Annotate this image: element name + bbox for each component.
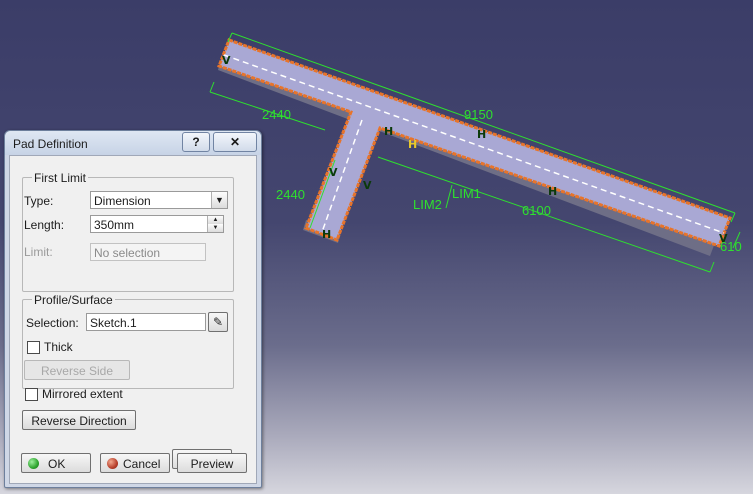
thick-checkbox[interactable] (27, 341, 40, 354)
limit-label-lim1: LIM1 (452, 186, 481, 201)
limit-label: Limit: (24, 245, 53, 259)
cancel-button[interactable]: Cancel (100, 453, 170, 473)
dimension-overall-length[interactable]: 9150 (464, 107, 493, 122)
mirrored-extent-checkbox[interactable] (25, 388, 38, 401)
horizontal-constraint-symbol: H (548, 185, 557, 198)
chevron-down-icon[interactable]: ▼ (211, 192, 227, 208)
limit-field[interactable]: No selection (90, 243, 206, 261)
length-spinner[interactable]: ▲ ▼ (207, 216, 223, 232)
vertical-constraint-symbol: V (719, 232, 728, 245)
close-button[interactable]: ✕ (213, 132, 257, 152)
thick-label: Thick (44, 340, 73, 354)
cancel-label: Cancel (123, 457, 161, 471)
spin-up-icon[interactable]: ▲ (208, 216, 223, 224)
pad-definition-dialog[interactable]: Pad Definition ? ✕ First Limit Type: Dim… (4, 130, 262, 488)
vertical-constraint-symbol: V (222, 54, 231, 67)
dimension-branch-offset[interactable]: 2440 (262, 107, 291, 122)
help-button[interactable]: ? (182, 132, 210, 152)
profile-surface-legend: Profile/Surface (32, 293, 115, 307)
type-label: Type: (24, 194, 54, 208)
vertical-constraint-symbol: V (329, 166, 338, 179)
spin-down-icon[interactable]: ▼ (208, 224, 223, 232)
preview-button[interactable]: Preview (177, 453, 247, 473)
selection-field[interactable]: Sketch.1 (86, 313, 206, 331)
dialog-titlebar[interactable]: Pad Definition ? ✕ (5, 131, 261, 155)
selection-label: Selection: (26, 316, 79, 330)
ok-button[interactable]: OK (21, 453, 91, 473)
limit-label-lim2: LIM2 (413, 197, 442, 212)
horizontal-constraint-symbol: H (408, 138, 417, 151)
ok-icon (28, 458, 39, 469)
length-value: 350mm (94, 218, 135, 232)
type-dropdown[interactable]: Dimension ▼ (90, 191, 228, 209)
cancel-icon (107, 458, 118, 469)
reverse-side-button[interactable]: Reverse Side (24, 360, 130, 380)
mirrored-extent-label: Mirrored extent (42, 387, 123, 401)
horizontal-constraint-symbol: H (477, 128, 486, 141)
dimension-branch-length[interactable]: 2440 (276, 187, 305, 202)
sketcher-icon[interactable]: ✎ (208, 312, 228, 332)
horizontal-constraint-symbol: H (384, 125, 393, 138)
reverse-direction-button[interactable]: Reverse Direction (22, 410, 136, 430)
dimension-lower-length[interactable]: 6100 (522, 203, 551, 218)
type-value: Dimension (94, 194, 151, 208)
dialog-body: First Limit Type: Dimension ▼ Length: 35… (9, 155, 257, 484)
length-label: Length: (24, 218, 65, 232)
horizontal-constraint-symbol: H (322, 228, 331, 241)
ok-label: OK (48, 457, 66, 471)
dialog-title: Pad Definition (13, 137, 88, 151)
vertical-constraint-symbol: V (363, 179, 372, 192)
first-limit-legend: First Limit (32, 171, 88, 185)
length-field[interactable]: 350mm ▲ ▼ (90, 215, 224, 233)
pad-top-face[interactable] (217, 38, 732, 248)
